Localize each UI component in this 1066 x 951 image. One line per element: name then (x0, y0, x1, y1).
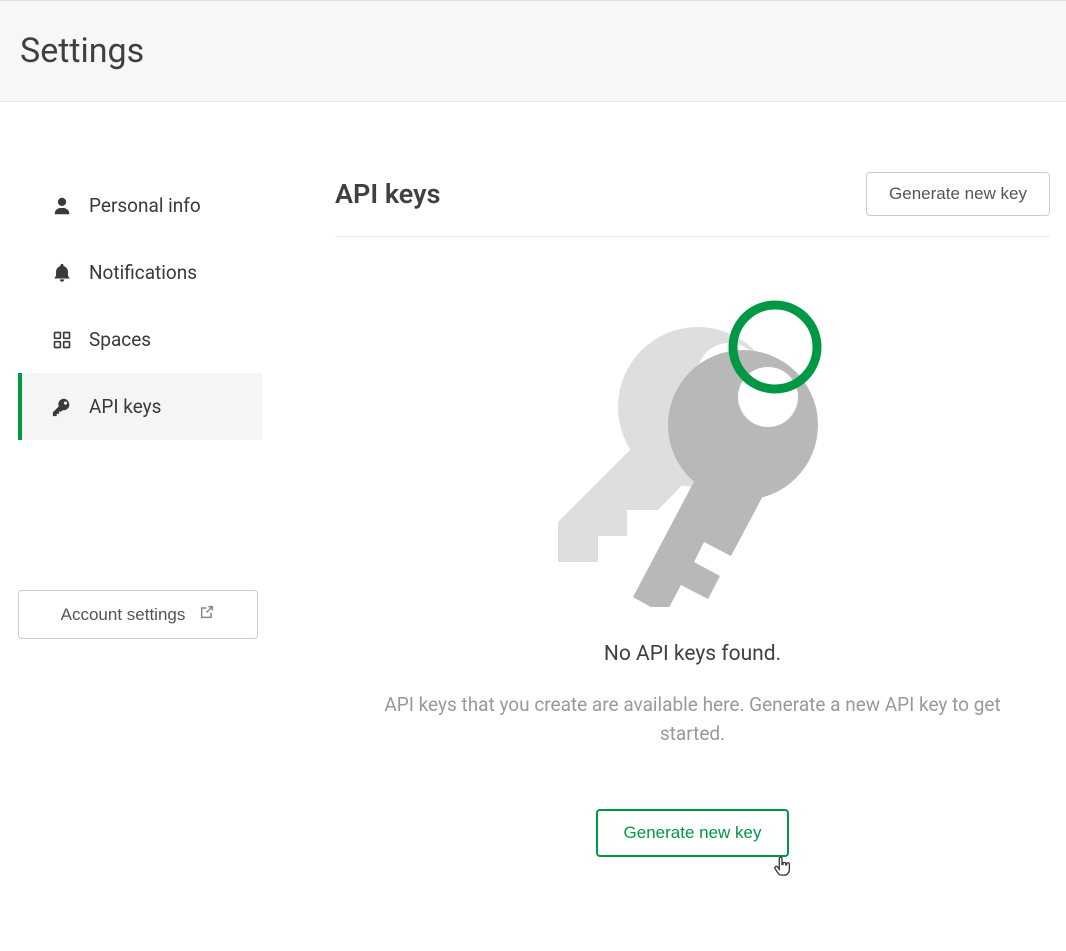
generate-new-key-button-header[interactable]: Generate new key (866, 172, 1050, 216)
generate-new-key-button-primary[interactable]: Generate new key (596, 809, 790, 857)
sidebar-item-label: API keys (89, 395, 161, 418)
page-title: Settings (20, 31, 1046, 71)
external-link-icon (199, 604, 215, 625)
account-settings-button[interactable]: Account settings (18, 590, 258, 639)
person-icon (51, 195, 73, 217)
account-settings-label: Account settings (61, 605, 186, 625)
sidebar-item-personal-info[interactable]: Personal info (18, 172, 262, 239)
keys-illustration-icon (543, 297, 843, 607)
settings-sidebar: Personal info Notifications (0, 172, 280, 857)
empty-state-title: No API keys found. (604, 642, 781, 666)
bell-icon (51, 262, 73, 284)
sidebar-item-notifications[interactable]: Notifications (18, 239, 262, 306)
main-content: API keys Generate new key (280, 172, 1060, 857)
empty-state: No API keys found. API keys that you cre… (335, 237, 1050, 857)
page-header: Settings (0, 0, 1066, 102)
key-icon (51, 396, 73, 418)
sidebar-item-spaces[interactable]: Spaces (18, 306, 262, 373)
pointer-cursor-icon (771, 855, 793, 877)
sidebar-item-label: Personal info (89, 194, 201, 217)
main-header: API keys Generate new key (335, 172, 1050, 237)
section-title: API keys (335, 178, 440, 210)
sidebar-item-label: Notifications (89, 261, 197, 284)
sidebar-item-api-keys[interactable]: API keys (18, 373, 262, 440)
sidebar-item-label: Spaces (89, 328, 151, 351)
generate-button-label: Generate new key (624, 823, 762, 842)
grid-icon (51, 329, 73, 351)
empty-state-description: API keys that you create are available h… (373, 690, 1013, 749)
